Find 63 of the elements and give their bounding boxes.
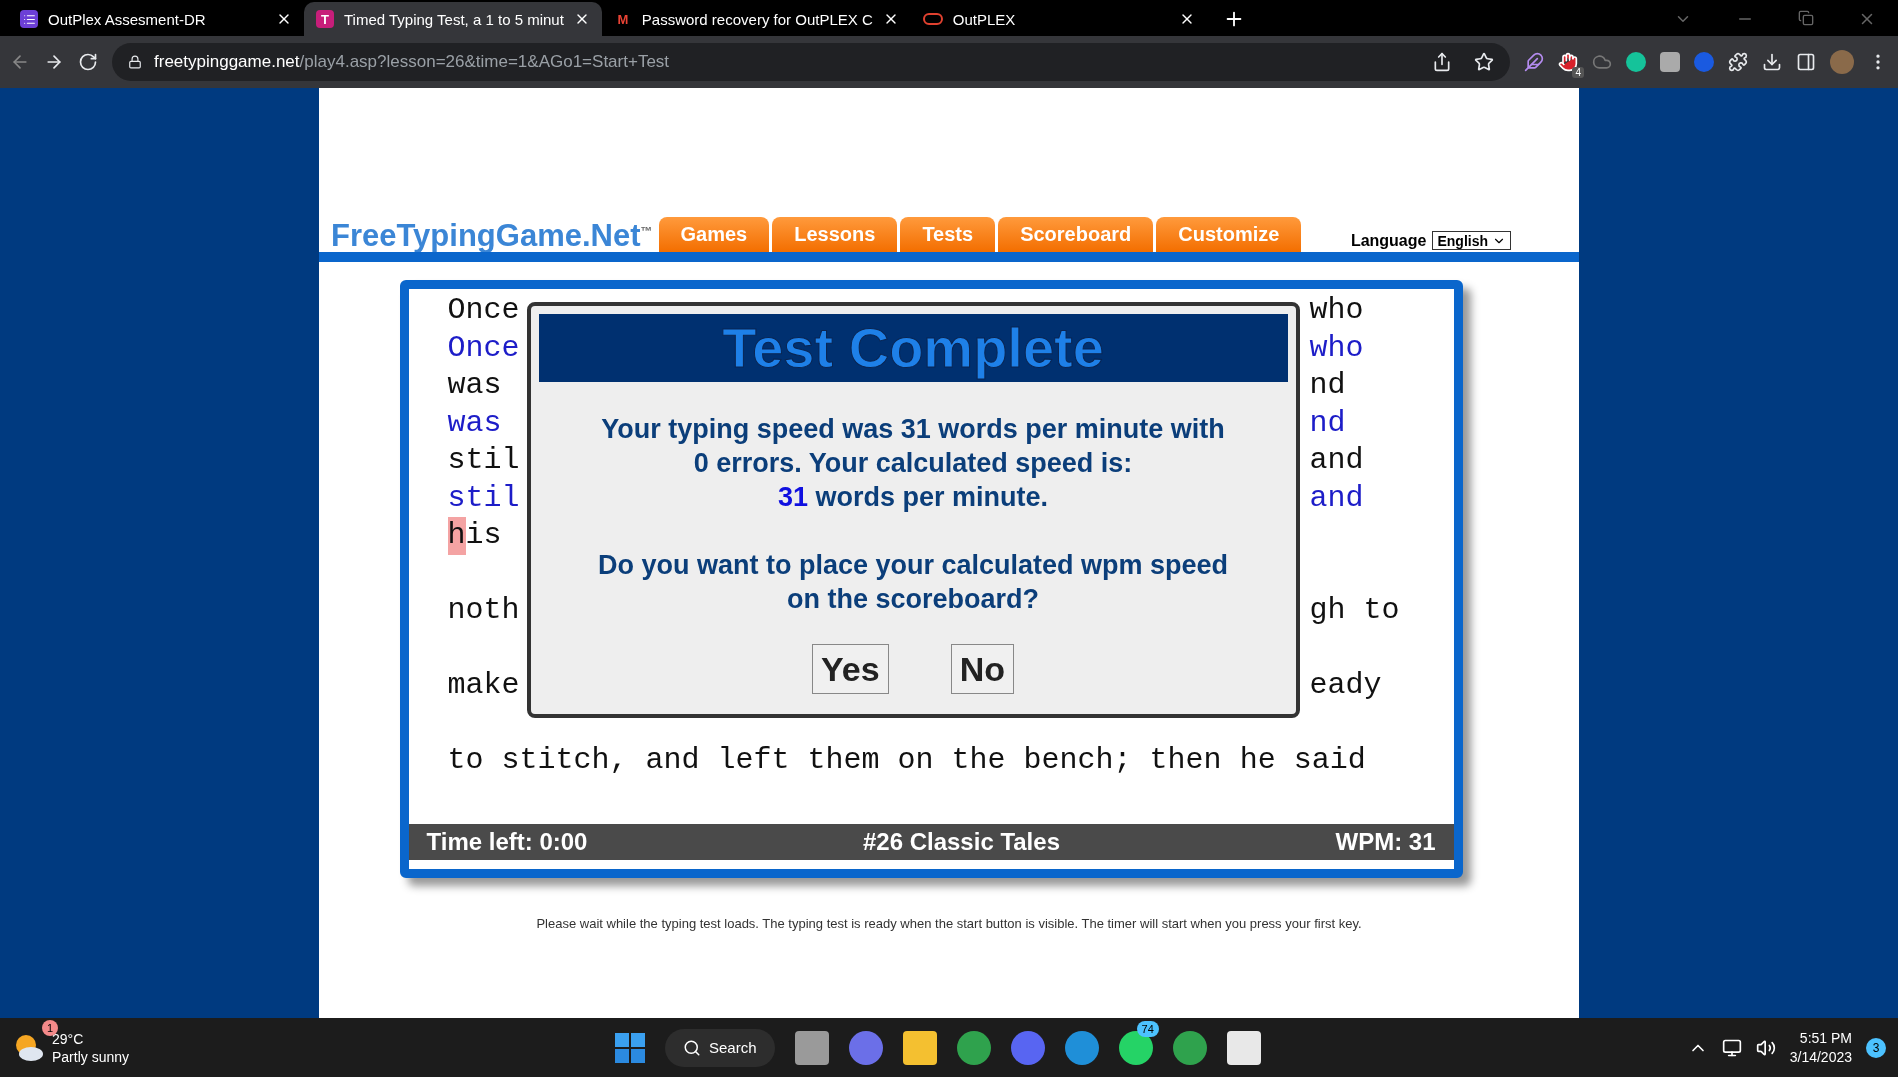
restore-icon[interactable] (1798, 10, 1814, 26)
list-icon (20, 10, 38, 28)
passage-text: make (447, 667, 520, 704)
search-button[interactable]: Search (665, 1028, 775, 1067)
share-icon[interactable] (1432, 52, 1452, 72)
volume-icon[interactable] (1755, 1037, 1776, 1058)
puzzle-icon[interactable] (1728, 52, 1748, 72)
feather-icon[interactable] (1524, 52, 1544, 72)
passage-text: nd (1309, 404, 1346, 442)
side-panel-icon[interactable] (1796, 52, 1816, 72)
passage-text: who (1309, 329, 1364, 367)
browser-tab[interactable]: M Password recovery for OutPLEX C (601, 2, 911, 36)
passage-text: gh to (1309, 592, 1400, 629)
passage-text: Once (447, 329, 520, 367)
search-icon (683, 1038, 701, 1057)
passage-text: stil (447, 442, 520, 479)
browser-tab[interactable]: T Timed Typing Test, a 1 to 5 minut (304, 2, 602, 36)
result-message: Your typing speed was 31 words per minute with 0 errors. Your calculated speed is: 31 words per minute. (600, 413, 1226, 514)
start-icon[interactable] (615, 1032, 645, 1063)
reload-icon[interactable] (78, 52, 98, 72)
url-text: freetypinggame.net/play4.asp?lesson=26&time=1&AGo1=Start+Test (154, 52, 670, 72)
dialog-title: Test Complete (538, 314, 1288, 382)
passage-text: and (1309, 479, 1364, 517)
lock-icon (128, 55, 142, 69)
browser-tab[interactable]: OutPlex Assesment-DR (8, 2, 304, 36)
passage-text: was (447, 404, 502, 442)
no-button[interactable]: No (950, 644, 1014, 694)
passage-text: was (447, 367, 502, 404)
cloud-icon[interactable] (1592, 52, 1612, 72)
passage-text: who (1309, 292, 1364, 329)
dialog-question: Do you want to place your calculated wpm speed on the scoreboard? (596, 549, 1230, 616)
avatar[interactable] (1830, 50, 1854, 74)
passage-text: stil (447, 479, 520, 517)
weather-text: Partly sunny (52, 1047, 130, 1066)
passage-text: eady (1309, 667, 1382, 704)
yes-button[interactable]: Yes (812, 644, 889, 694)
download-icon[interactable] (1762, 52, 1782, 72)
passage-text: is (465, 517, 502, 554)
time-left: Time left: 0:00 (426, 828, 588, 856)
passage-text: and (1309, 442, 1364, 479)
notification-badge[interactable]: 3 (1866, 1037, 1886, 1058)
clock-time[interactable]: 5:51 PM (1799, 1028, 1852, 1048)
passage-text: noth (447, 592, 520, 629)
mail-icon: M (613, 10, 632, 28)
notification-badge: 74 (1136, 1020, 1159, 1037)
address-bar[interactable]: freetypinggame.net/play4.asp?lesson=26&time=1&AGo1=Start+Test (112, 43, 1510, 81)
wpm-reading: WPM: 31 (1335, 828, 1436, 856)
extension-badge: 4 (1572, 67, 1584, 78)
current-letter: h (447, 517, 466, 555)
letter-icon: T (316, 10, 334, 28)
language-label: Language (1350, 231, 1427, 250)
ring-icon (922, 13, 943, 25)
browser-tab[interactable]: OutPLEX (910, 2, 1207, 36)
passage-text: nd (1309, 367, 1346, 404)
loading-note: Please wait while the typing test loads. The typing test is ready when the start button is visible. The timer will start when you press your first key. (536, 916, 1362, 931)
passage-text: Once (447, 292, 520, 329)
passage-text: to stitch, and left them on the bench; then he said (447, 742, 1366, 779)
lesson-title: #26 Classic Tales (862, 828, 1060, 856)
network-icon[interactable] (1721, 1037, 1742, 1058)
site-logo[interactable]: FreeTypingGame.Net$^{™}$ (331, 214, 653, 252)
language-select[interactable]: English (1432, 231, 1511, 250)
star-icon[interactable] (1474, 52, 1494, 72)
clock-date[interactable]: 3/14/2023 (1789, 1047, 1852, 1067)
